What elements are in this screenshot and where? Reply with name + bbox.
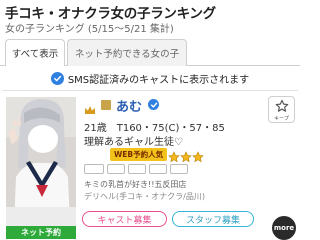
tag-chip xyxy=(128,164,146,174)
tag-chip xyxy=(170,164,188,174)
cast-comment: キミの乳首が好き!!五反田店 xyxy=(84,180,187,189)
web-popular-label: WEB予約人気 xyxy=(110,147,168,161)
star-icon xyxy=(275,99,289,112)
star-icon xyxy=(168,148,180,163)
tag-chip xyxy=(149,164,167,174)
web-popular-rating: WEB予約人気 xyxy=(110,147,204,163)
cast-photo[interactable] xyxy=(6,97,76,226)
sms-notice-text: SMS認証済みのキャストに表示されます xyxy=(67,74,250,86)
tab-show-all[interactable]: すべて表示 xyxy=(5,39,65,67)
ranking-period: 女の子ランキング (5/15〜5/21 集計) xyxy=(5,24,174,35)
star-icon xyxy=(192,148,204,163)
tag-chip xyxy=(107,164,125,174)
keep-label: キープ xyxy=(274,116,289,122)
more-button[interactable]: more xyxy=(272,216,296,240)
keep-button[interactable]: キープ xyxy=(268,96,295,123)
page-title: 手コキ・オナクラ女の子ランキング xyxy=(5,6,216,22)
cast-catchphrase: 理解あるギャル生徒♡ xyxy=(84,137,183,148)
tag-chip xyxy=(84,164,104,174)
verified-badge-icon xyxy=(148,99,159,110)
staff-recruit-button[interactable]: スタッフ募集 xyxy=(172,211,254,227)
cast-tags xyxy=(84,164,188,174)
crown-icon xyxy=(84,100,96,114)
cast-recruit-button[interactable]: キャスト募集 xyxy=(82,211,167,227)
cast-card[interactable]: ネット予約 あむ キープ 21歳 T160・75(C)・57・85 理解あるギャ… xyxy=(2,90,298,240)
cast-profile: 21歳 T160・75(C)・57・85 xyxy=(84,123,225,134)
popular-stars xyxy=(168,148,204,163)
net-reservation-badge[interactable]: ネット予約 xyxy=(6,226,76,239)
shop-info[interactable]: デリヘル(手コキ・オナクラ/品川) xyxy=(84,191,205,202)
tab-bar: すべて表示 ネット予約できる女の子 xyxy=(0,39,300,67)
tab-net-reservation[interactable]: ネット予約できる女の子 xyxy=(67,39,187,66)
new-icon xyxy=(101,100,111,110)
check-circle-icon xyxy=(50,71,64,85)
sms-notice: SMS認証済みのキャストに表示されます xyxy=(40,70,260,86)
star-icon xyxy=(180,148,192,163)
cast-name[interactable]: あむ xyxy=(116,96,142,115)
